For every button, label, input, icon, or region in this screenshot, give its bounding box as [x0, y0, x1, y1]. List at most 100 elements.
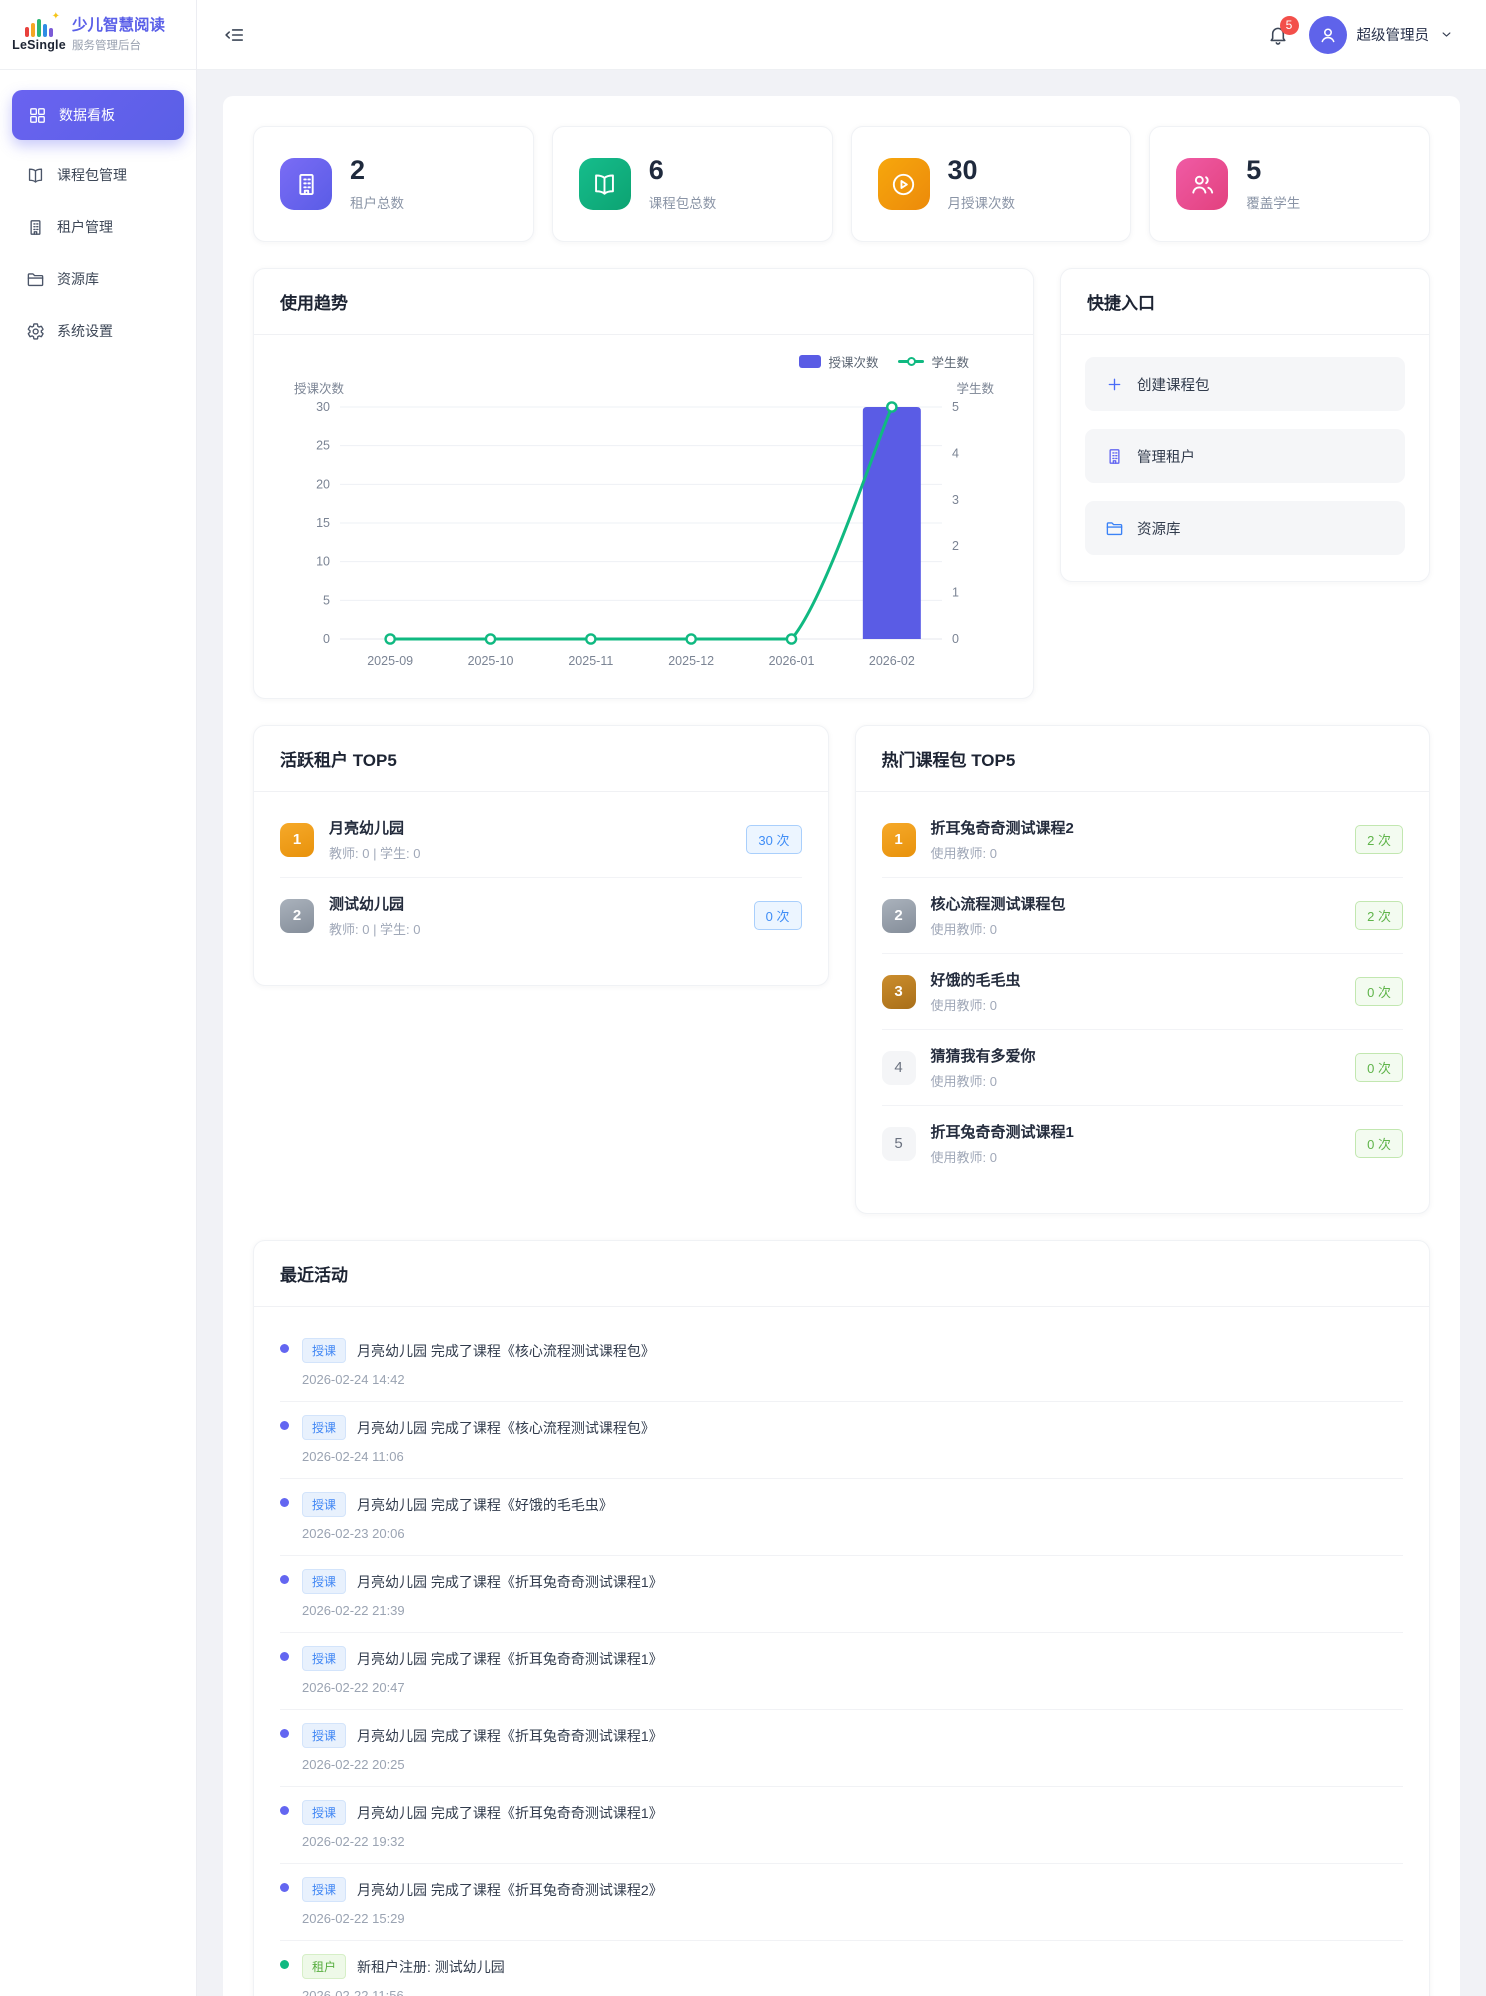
activity-dot — [280, 1806, 289, 1815]
avatar — [1309, 16, 1347, 54]
rank-info: 折耳兔奇奇测试课程1使用教师: 0 — [931, 1121, 1341, 1166]
stat-label: 月授课次数 — [948, 192, 1016, 212]
logo-text: LeSingle — [12, 38, 66, 52]
svg-text:2025-09: 2025-09 — [367, 654, 413, 668]
hot-courses-title: 热门课程包 TOP5 — [856, 726, 1430, 792]
count-badge: 2 次 — [1355, 825, 1403, 854]
sidebar-item-label: 数据看板 — [59, 105, 115, 125]
activity-item: 授课月亮幼儿园 完成了课程《折耳兔奇奇测试课程1》2026-02-22 19:3… — [280, 1787, 1403, 1864]
legend-item: 学生数 — [898, 352, 969, 371]
list-item: 3 好饿的毛毛虫使用教师: 0 0 次 — [882, 954, 1404, 1030]
usage-trend-chart: 051015202530012345授课次数学生数2025-092025-102… — [276, 371, 1006, 683]
count-badge: 0 次 — [1355, 977, 1403, 1006]
stat-value: 6 — [649, 156, 717, 186]
activity-item: 租户新租户注册: 测试幼儿园2026-02-22 11:56 — [280, 1941, 1403, 1996]
sidebar-item-dashboard[interactable]: 数据看板 — [12, 90, 184, 140]
main-content: 2租户总数6课程包总数30月授课次数5覆盖学生 使用趋势 授课次数学生数 051… — [197, 70, 1486, 1996]
stat-info: 5覆盖学生 — [1246, 156, 1300, 212]
activity-text: 新租户注册: 测试幼儿园 — [357, 1957, 505, 1977]
stat-icon-box — [280, 158, 332, 210]
sidebar-item-course-packages[interactable]: 课程包管理 — [0, 150, 196, 200]
quick-entry-label: 管理租户 — [1137, 446, 1195, 467]
rank-badge: 2 — [882, 899, 916, 933]
sidebar-item-tenants[interactable]: 租户管理 — [0, 202, 196, 252]
rank-name: 好饿的毛毛虫 — [931, 969, 1341, 990]
activity-body: 授课月亮幼儿园 完成了课程《好饿的毛毛虫》2026-02-23 20:06 — [302, 1492, 613, 1541]
activity-tag: 授课 — [302, 1646, 346, 1671]
plus-icon — [1105, 375, 1124, 394]
svg-text:学生数: 学生数 — [956, 381, 994, 396]
legend-line-dot — [907, 357, 916, 366]
stat-card: 6课程包总数 — [552, 126, 833, 242]
users-icon — [1189, 171, 1216, 198]
rank-info: 核心流程测试课程包使用教师: 0 — [931, 893, 1341, 938]
count-badge: 30 次 — [746, 825, 801, 854]
count-badge: 0 次 — [754, 901, 802, 930]
activity-tag: 租户 — [302, 1954, 346, 1979]
rank-badge: 5 — [882, 1127, 916, 1161]
activity-text: 月亮幼儿园 完成了课程《核心流程测试课程包》 — [357, 1341, 655, 1361]
activity-time: 2026-02-22 19:32 — [302, 1834, 663, 1849]
lesingle-logo-icon: ✦ LeSingle — [16, 17, 62, 52]
quick-entry-resources[interactable]: 资源库 — [1085, 501, 1405, 555]
activity-tag: 授课 — [302, 1492, 346, 1517]
quick-entry-card: 快捷入口 创建课程包管理租户资源库 — [1060, 268, 1430, 582]
rank-name: 月亮幼儿园 — [329, 817, 731, 838]
list-item: 1月亮幼儿园教师: 0 | 学生: 030 次 — [280, 802, 802, 878]
rank-name: 猜猜我有多爱你 — [931, 1045, 1341, 1066]
activity-item: 授课月亮幼儿园 完成了课程《好饿的毛毛虫》2026-02-23 20:06 — [280, 1479, 1403, 1556]
activity-time: 2026-02-24 14:42 — [302, 1372, 655, 1387]
spark-icon: ✦ — [52, 11, 60, 22]
rank-badge: 3 — [882, 975, 916, 1009]
brand-logo: ✦ LeSingle 少儿智慧阅读 服务管理后台 — [0, 0, 196, 70]
notifications-button[interactable]: 5 — [1267, 24, 1289, 46]
usage-trend-title: 使用趋势 — [254, 269, 1033, 335]
activity-body: 租户新租户注册: 测试幼儿园2026-02-22 11:56 — [302, 1954, 505, 1996]
activity-body: 授课月亮幼儿园 完成了课程《折耳兔奇奇测试课程2》 2026-02-22 15:2… — [302, 1877, 663, 1926]
quick-entry-manage-tenants[interactable]: 管理租户 — [1085, 429, 1405, 483]
play-circle-icon — [890, 171, 917, 198]
list-item: 2测试幼儿园教师: 0 | 学生: 00 次 — [280, 878, 802, 953]
activity-item: 授课月亮幼儿园 完成了课程《折耳兔奇奇测试课程1》2026-02-22 21:3… — [280, 1556, 1403, 1633]
activity-item: 授课月亮幼儿园 完成了课程《折耳兔奇奇测试课程1》 2026-02-22 20:2… — [280, 1710, 1403, 1787]
stat-label: 覆盖学生 — [1246, 192, 1300, 212]
sidebar-item-label: 资源库 — [57, 269, 99, 289]
rank-badge: 1 — [882, 823, 916, 857]
activity-item: 授课月亮幼儿园 完成了课程《核心流程测试课程包》 2026-02-24 14:42 — [280, 1325, 1403, 1402]
rank-badge: 2 — [280, 899, 314, 933]
activity-body: 授课月亮幼儿园 完成了课程《折耳兔奇奇测试课程1》2026-02-22 21:3… — [302, 1569, 663, 1618]
activity-text: 月亮幼儿园 完成了课程《折耳兔奇奇测试课程1》 — [357, 1649, 663, 1669]
sidebar-item-resources[interactable]: 资源库 — [0, 254, 196, 304]
count-badge: 0 次 — [1355, 1129, 1403, 1158]
legend-bar-swatch — [799, 355, 821, 368]
list-item: 2 核心流程测试课程包使用教师: 0 2 次 — [882, 878, 1404, 954]
activity-time: 2026-02-22 20:25 — [302, 1757, 663, 1772]
activity-line: 授课月亮幼儿园 完成了课程《折耳兔奇奇测试课程2》 — [302, 1877, 663, 1902]
activity-line: 授课月亮幼儿园 完成了课程《好饿的毛毛虫》 — [302, 1492, 613, 1517]
count-badge: 0 次 — [1355, 1053, 1403, 1082]
sidebar-item-settings[interactable]: 系统设置 — [0, 306, 196, 356]
quick-entry-title: 快捷入口 — [1061, 269, 1429, 335]
activity-line: 授课月亮幼儿园 完成了课程《折耳兔奇奇测试课程1》 — [302, 1569, 663, 1594]
activity-dot — [280, 1421, 289, 1430]
stat-info: 30月授课次数 — [948, 156, 1016, 212]
count-badge: 2 次 — [1355, 901, 1403, 930]
collapse-sidebar-icon[interactable] — [223, 24, 245, 46]
activity-tag: 授课 — [302, 1338, 346, 1363]
user-menu[interactable]: 超级管理员 — [1309, 16, 1455, 54]
quick-entry-create-course-package[interactable]: 创建课程包 — [1085, 357, 1405, 411]
activity-line: 授课月亮幼儿园 完成了课程《折耳兔奇奇测试课程1》 — [302, 1646, 663, 1671]
activity-time: 2026-02-22 15:29 — [302, 1911, 663, 1926]
sidebar: ✦ LeSingle 少儿智慧阅读 服务管理后台 数据看板课程包管理租户管理资源… — [0, 0, 197, 1996]
rank-sub: 使用教师: 0 — [931, 995, 1341, 1014]
svg-text:3: 3 — [952, 493, 959, 507]
rank-sub: 使用教师: 0 — [931, 919, 1341, 938]
activity-line: 授课月亮幼儿园 完成了课程《折耳兔奇奇测试课程1》 — [302, 1723, 663, 1748]
stat-card: 2租户总数 — [253, 126, 534, 242]
list-item: 4猜猜我有多爱你使用教师: 00 次 — [882, 1030, 1404, 1106]
legend-label: 授课次数 — [828, 352, 878, 371]
folder-icon — [1105, 519, 1124, 538]
activity-body: 授课月亮幼儿园 完成了课程《核心流程测试课程包》2026-02-24 11:06 — [302, 1415, 655, 1464]
building-icon — [293, 171, 320, 198]
sidebar-item-label: 系统设置 — [57, 321, 113, 341]
